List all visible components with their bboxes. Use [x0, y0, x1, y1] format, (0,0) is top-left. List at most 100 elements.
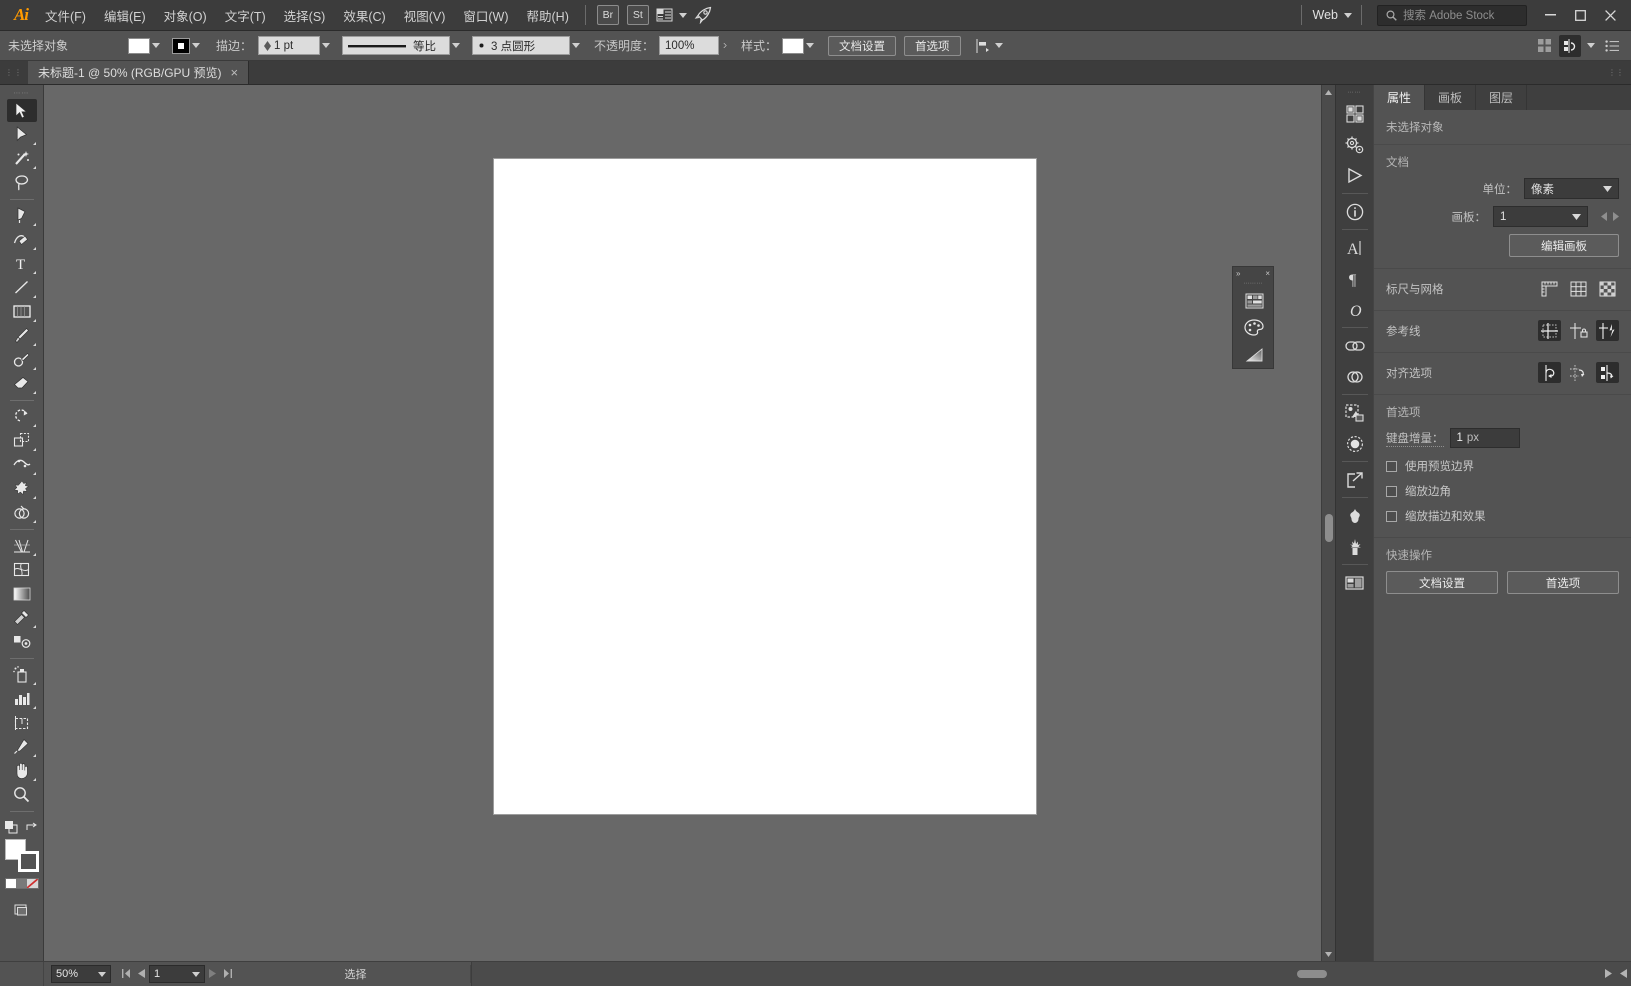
snap-to-point-icon[interactable]	[1538, 362, 1561, 383]
quick-preferences-button[interactable]: 首选项	[1507, 571, 1619, 594]
paintbrush-tool[interactable]	[7, 324, 37, 347]
graphic-style-swatch[interactable]	[782, 38, 804, 54]
character-icon[interactable]: A	[1340, 232, 1370, 263]
stroke-profile-select[interactable]: 等比	[342, 36, 450, 55]
menu-type[interactable]: 文字(T)	[216, 0, 275, 31]
menu-effect[interactable]: 效果(C)	[334, 0, 394, 31]
width-tool[interactable]	[7, 453, 37, 476]
align-panel-chevron-down-icon[interactable]	[1585, 39, 1597, 53]
snap-to-grid-icon[interactable]	[1567, 362, 1590, 383]
mesh-tool[interactable]	[7, 558, 37, 581]
zoom-chevron-down-icon[interactable]	[98, 968, 106, 980]
next-artboard-icon[interactable]	[205, 965, 220, 983]
screen-mode-icon[interactable]	[7, 898, 37, 921]
canvas-horizontal-scrollbar[interactable]	[471, 962, 1631, 986]
shape-builder-tool[interactable]	[7, 501, 37, 524]
checkbox-box[interactable]	[1386, 511, 1397, 522]
cc-libraries-icon[interactable]	[1340, 361, 1370, 392]
keyboard-increment-input[interactable]: 1 px	[1450, 428, 1520, 448]
document-info-icon[interactable]	[1340, 196, 1370, 227]
properties-gear-icon[interactable]	[1340, 129, 1370, 160]
line-segment-tool[interactable]	[7, 276, 37, 299]
stroke-weight-chevron-down-icon[interactable]	[320, 39, 332, 53]
color-mode-swatches[interactable]	[5, 878, 39, 889]
brush-definition-select[interactable]: 3 点圆形	[472, 36, 570, 55]
stroke-swatch[interactable]	[18, 851, 39, 872]
brush-chevron-down-icon[interactable]	[570, 39, 582, 53]
stroke-weight-stepper[interactable]	[264, 41, 271, 51]
gradient-icon[interactable]	[1233, 341, 1275, 368]
type-tool[interactable]: T	[7, 252, 37, 275]
default-fill-stroke-icon[interactable]	[5, 821, 18, 834]
hand-tool[interactable]	[7, 759, 37, 782]
opacity-expand-icon[interactable]	[719, 39, 731, 53]
horizontal-scroll-thumb[interactable]	[1297, 970, 1327, 978]
curvature-tool[interactable]	[7, 228, 37, 251]
artboard-tool[interactable]	[7, 711, 37, 734]
glyphs-icon[interactable]: O	[1340, 294, 1370, 325]
symbols-icon[interactable]	[1340, 500, 1370, 531]
shaper-tool[interactable]	[7, 348, 37, 371]
quick-document-setup-button[interactable]: 文档设置	[1386, 571, 1498, 594]
scale-tool[interactable]	[7, 429, 37, 452]
previous-artboard-icon[interactable]	[1601, 210, 1607, 224]
workspace-chevron-down-icon[interactable]	[1342, 8, 1354, 22]
preferences-button[interactable]: 首选项	[904, 36, 961, 56]
workspace-switcher-label[interactable]: Web	[1309, 8, 1342, 22]
align-chevron-down-icon[interactable]	[993, 39, 1005, 53]
close-icon[interactable]: ×	[231, 66, 239, 79]
pen-tool[interactable]	[7, 204, 37, 227]
menu-edit[interactable]: 编辑(E)	[95, 0, 155, 31]
menu-object[interactable]: 对象(O)	[155, 0, 216, 31]
vertical-scroll-thumb[interactable]	[1325, 514, 1333, 542]
scroll-left-icon[interactable]	[1616, 965, 1631, 983]
show-grid-icon[interactable]	[1567, 278, 1590, 299]
checkbox-scale-corners[interactable]: 缩放边角	[1386, 483, 1619, 499]
menu-select[interactable]: 选择(S)	[275, 0, 335, 31]
libraries-icon[interactable]	[1340, 98, 1370, 129]
tools-panel-grip[interactable]: ⋯⋯	[14, 87, 30, 99]
status-bar-status-text[interactable]: 选择	[241, 965, 471, 983]
zoom-tool[interactable]	[7, 783, 37, 806]
tab-artboards[interactable]: 画板	[1425, 85, 1476, 110]
zoom-level-input[interactable]: 50%	[51, 965, 111, 983]
scroll-down-icon[interactable]	[1322, 947, 1336, 961]
show-guides-icon[interactable]	[1538, 320, 1561, 341]
blend-tool[interactable]	[7, 630, 37, 653]
rotate-tool[interactable]	[7, 405, 37, 428]
artboard-number-input[interactable]: 1	[149, 965, 205, 983]
snap-to-pixel-icon[interactable]	[1596, 362, 1619, 383]
stroke-weight-input[interactable]: 1 pt	[258, 36, 320, 55]
checkbox-box[interactable]	[1386, 461, 1397, 472]
artboard-chevron-down-icon[interactable]	[192, 968, 200, 980]
selection-tool[interactable]	[7, 99, 37, 122]
arrange-chevron-down-icon[interactable]	[677, 8, 689, 22]
artboard-select[interactable]: 1	[1493, 206, 1588, 227]
perspective-grid-tool[interactable]	[7, 534, 37, 557]
tab-layers[interactable]: 图层	[1476, 85, 1527, 110]
checkbox-use-preview-bounds[interactable]: 使用预览边界	[1386, 458, 1619, 474]
gradient-tool[interactable]	[7, 582, 37, 605]
menu-file[interactable]: 文件(F)	[36, 0, 95, 31]
scroll-up-icon[interactable]	[1322, 85, 1336, 99]
stock-button[interactable]: St	[627, 5, 649, 25]
tab-properties[interactable]: 属性	[1374, 85, 1425, 110]
tab-bar-grip[interactable]: ⋮⋮	[0, 61, 28, 84]
style-chevron-down-icon[interactable]	[804, 39, 816, 53]
menu-help[interactable]: 帮助(H)	[518, 0, 578, 31]
show-rulers-icon[interactable]	[1538, 278, 1561, 299]
document-setup-button[interactable]: 文档设置	[828, 36, 896, 56]
stock-search-input[interactable]: 搜索 Adobe Stock	[1377, 5, 1527, 26]
floating-panel-grip[interactable]: ⋯⋯⋯	[1233, 280, 1273, 287]
first-artboard-icon[interactable]	[119, 965, 134, 983]
edit-artboards-button[interactable]: 编辑画板	[1509, 234, 1619, 257]
scroll-right-icon[interactable]	[1601, 965, 1616, 983]
document-tab[interactable]: 未标题-1 @ 50% (RGB/GPU 预览) ×	[28, 61, 249, 84]
eyedropper-tool[interactable]	[7, 606, 37, 629]
stroke-profile-chevron-down-icon[interactable]	[450, 39, 462, 53]
arrange-grid-icon[interactable]	[1533, 35, 1555, 57]
panel-menu-icon[interactable]	[1601, 35, 1623, 57]
floating-panel-header[interactable]: » ×	[1233, 267, 1273, 280]
menu-view[interactable]: 视图(V)	[395, 0, 455, 31]
expand-panel-icon[interactable]: »	[1236, 269, 1240, 278]
